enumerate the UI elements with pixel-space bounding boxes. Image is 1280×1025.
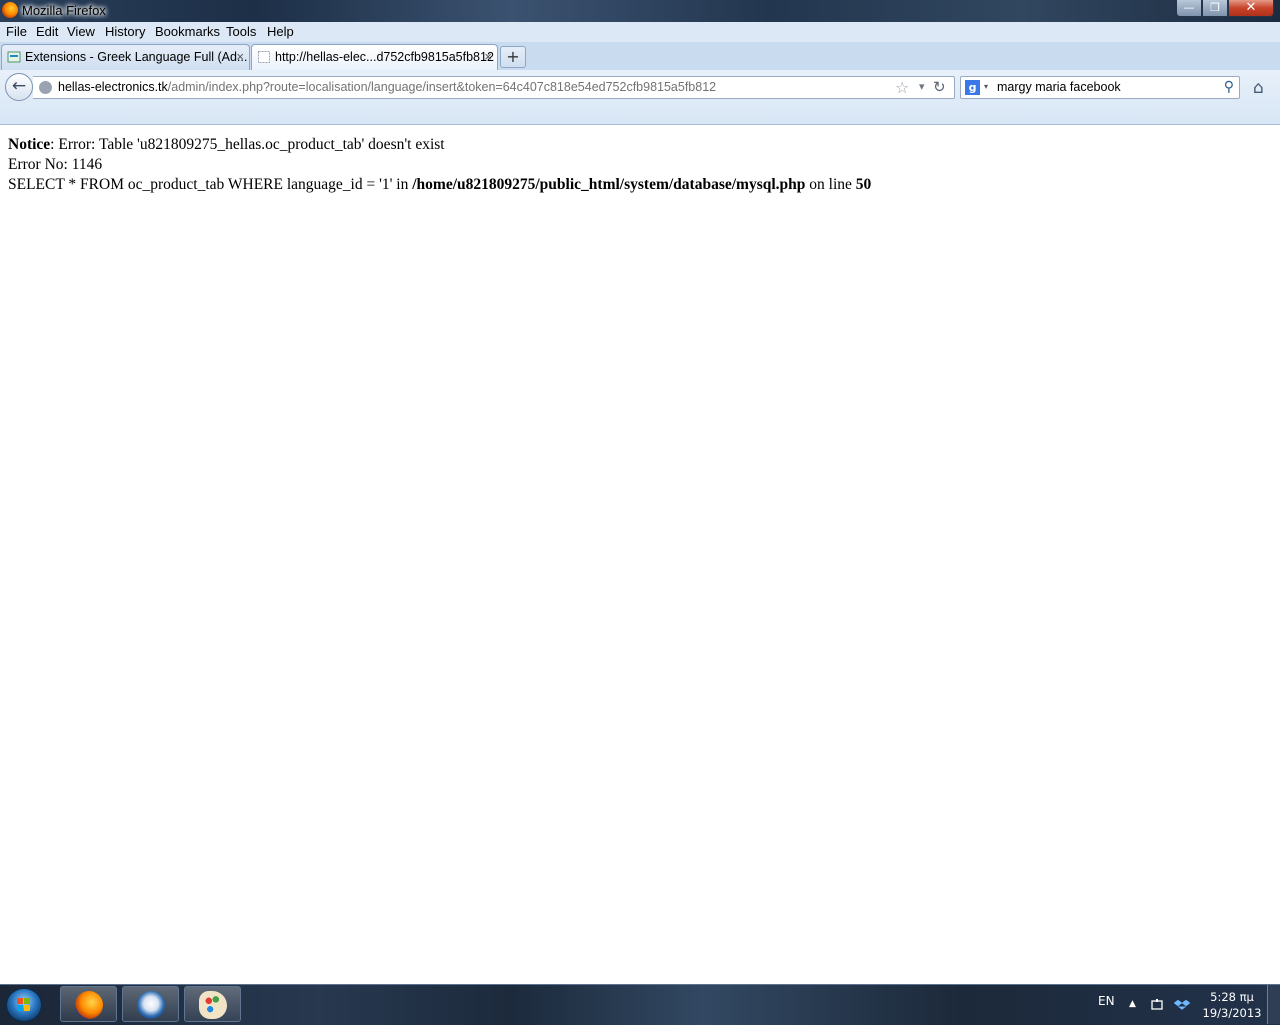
error-number: Error No: 1146 <box>8 156 103 173</box>
clock-time: 5:28 πμ <box>1210 990 1254 1004</box>
maximize-button[interactable]: ❐ <box>1202 0 1228 17</box>
firefox-icon <box>75 991 103 1019</box>
minimize-button[interactable]: — <box>1176 0 1202 17</box>
search-icon[interactable]: ⚲ <box>1224 79 1234 95</box>
taskbar-paint[interactable] <box>184 986 241 1022</box>
firefox-icon[interactable] <box>2 2 18 18</box>
tab-label: http://hellas-elec...d752cfb9815a5fb812 <box>275 50 494 64</box>
home-icon[interactable]: ⌂ <box>1253 78 1271 98</box>
query-text: SELECT * FROM oc_product_tab WHERE langu… <box>8 176 413 193</box>
notice-text: : Error: Table 'u821809275_hellas.oc_pro… <box>50 136 445 153</box>
url-text[interactable]: hellas-electronics.tk/admin/index.php?ro… <box>58 80 716 94</box>
tab-close-icon[interactable]: × <box>484 49 492 64</box>
url-bar[interactable]: hellas-electronics.tk/admin/index.php?ro… <box>33 76 955 99</box>
tab-close-icon[interactable]: × <box>236 49 244 64</box>
on-line-text: on line <box>805 176 856 193</box>
show-hidden-icons[interactable]: ▲ <box>1129 999 1136 1009</box>
taskbar-thunderbird[interactable] <box>122 986 179 1022</box>
menu-view[interactable]: View <box>67 24 95 39</box>
notice-label: Notice <box>8 136 51 153</box>
system-clock[interactable]: 5:28 πμ 19/3/2013 <box>1196 989 1268 1021</box>
paint-icon <box>199 991 227 1019</box>
new-tab-button[interactable]: + <box>500 46 526 68</box>
close-button[interactable]: ✕ <box>1228 0 1274 17</box>
tab-extensions[interactable]: Extensions - Greek Language Full (Ad... … <box>1 44 250 70</box>
url-host: hellas-electronics.tk <box>58 80 168 94</box>
language-indicator[interactable]: EN <box>1098 994 1115 1008</box>
title-bar: Mozilla Firefox — ❐ ✕ <box>0 0 1280 22</box>
start-button[interactable] <box>6 988 42 1022</box>
window-title: Mozilla Firefox <box>22 3 106 18</box>
taskbar-firefox[interactable] <box>60 986 117 1022</box>
blank-page-icon <box>258 51 270 63</box>
menu-bookmarks[interactable]: Bookmarks <box>155 24 220 39</box>
dropbox-icon[interactable] <box>1174 997 1190 1013</box>
show-desktop-button[interactable] <box>1267 985 1280 1024</box>
extensions-favicon-icon <box>7 51 21 63</box>
menu-edit[interactable]: Edit <box>36 24 58 39</box>
url-path: /admin/index.php?route=localisation/lang… <box>167 80 717 94</box>
notice-line: Notice: Error: Table 'u821809275_hellas.… <box>8 135 871 155</box>
tab-strip: Extensions - Greek Language Full (Ad... … <box>0 42 1280 71</box>
query-line: SELECT * FROM oc_product_tab WHERE langu… <box>8 175 871 195</box>
menu-help[interactable]: Help <box>267 24 294 39</box>
menu-tools[interactable]: Tools <box>226 24 256 39</box>
bookmark-star-icon[interactable]: ☆ <box>895 78 909 97</box>
menu-bar: File Edit View History Bookmarks Tools H… <box>0 22 1280 42</box>
line-number: 50 <box>855 176 872 193</box>
back-button[interactable]: ← <box>5 73 33 101</box>
menu-history[interactable]: History <box>105 24 145 39</box>
windows-logo-icon <box>17 998 31 1012</box>
page-content: Notice: Error: Table 'u821809275_hellas.… <box>0 125 1280 983</box>
tab-hellas-electronics[interactable]: http://hellas-elec...d752cfb9815a5fb812 … <box>251 44 498 70</box>
tab-label: Extensions - Greek Language Full (Ad... <box>25 50 248 64</box>
google-engine-icon[interactable]: g <box>965 80 980 95</box>
query-path: /home/u821809275/public_html/system/data… <box>412 176 806 193</box>
menu-file[interactable]: File <box>6 24 27 39</box>
site-identity-icon[interactable] <box>39 81 52 94</box>
window-controls: — ❐ ✕ <box>1176 0 1274 18</box>
thunderbird-icon <box>137 991 165 1019</box>
clock-date: 19/3/2013 <box>1202 1006 1262 1020</box>
engine-dropdown-icon[interactable]: ▾ <box>984 82 988 91</box>
reload-icon[interactable]: ↻ <box>933 78 946 96</box>
error-message: Notice: Error: Table 'u821809275_hellas.… <box>8 135 871 195</box>
search-input[interactable]: margy maria facebook <box>997 80 1121 94</box>
history-dropdown-icon[interactable]: ▾ <box>919 80 925 93</box>
search-bar[interactable]: g ▾ margy maria facebook ⚲ <box>960 76 1240 99</box>
action-center-icon[interactable] <box>1150 997 1166 1013</box>
